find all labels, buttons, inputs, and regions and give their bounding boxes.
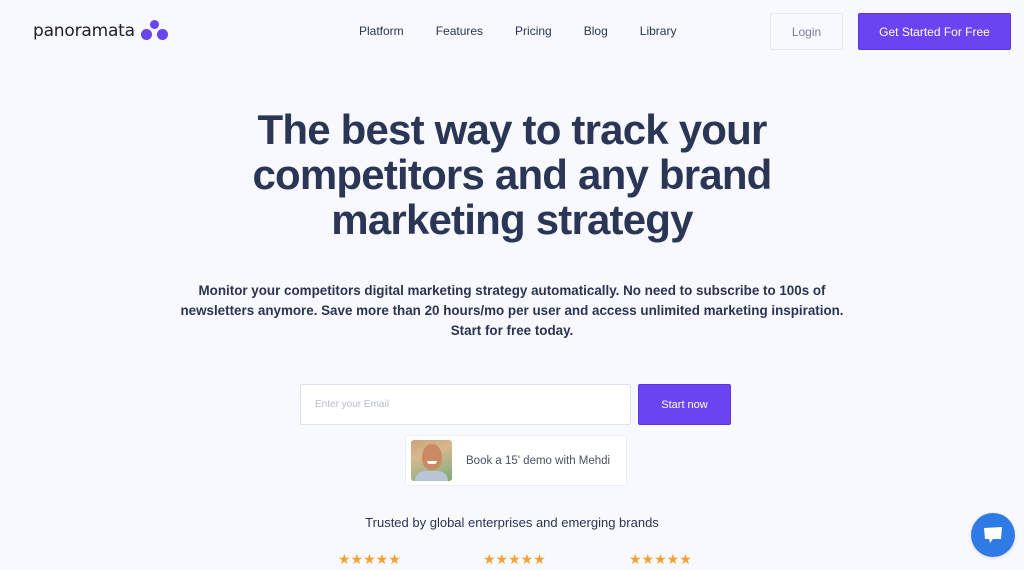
avatar	[411, 440, 452, 481]
hero-subtitle: Monitor your competitors digital marketi…	[180, 283, 844, 338]
email-input[interactable]	[300, 384, 631, 425]
top-nav: panoramata Platform Features Pricing Blo…	[0, 0, 1024, 64]
nav-link-library[interactable]: Library	[640, 24, 677, 38]
nav-link-platform[interactable]: Platform	[359, 24, 404, 38]
logo-dots-icon	[140, 20, 171, 42]
nav-links: Platform Features Pricing Blog Library	[359, 24, 676, 38]
login-button[interactable]: Login	[770, 13, 843, 50]
nav-link-pricing[interactable]: Pricing	[515, 24, 552, 38]
star-rating: ★★★★★	[629, 551, 692, 567]
star-rating: ★★★★★	[483, 551, 546, 567]
nav-link-features[interactable]: Features	[436, 24, 483, 38]
chat-bubble-icon	[984, 527, 1002, 543]
get-started-button[interactable]: Get Started For Free	[858, 13, 1011, 50]
start-now-button[interactable]: Start now	[638, 384, 731, 425]
book-demo-button[interactable]: Book a 15' demo with Mehdi	[405, 435, 627, 486]
star-rating: ★★★★★	[338, 551, 401, 567]
book-demo-label: Book a 15' demo with Mehdi	[466, 454, 611, 467]
trusted-heading: Trusted by global enterprises and emergi…	[365, 515, 659, 530]
nav-link-blog[interactable]: Blog	[584, 24, 608, 38]
logo-text: panoramata	[33, 21, 135, 41]
logo[interactable]: panoramata	[33, 20, 171, 42]
chat-launcher-button[interactable]	[971, 513, 1015, 557]
hero-title: The best way to track your competitors a…	[252, 106, 772, 243]
